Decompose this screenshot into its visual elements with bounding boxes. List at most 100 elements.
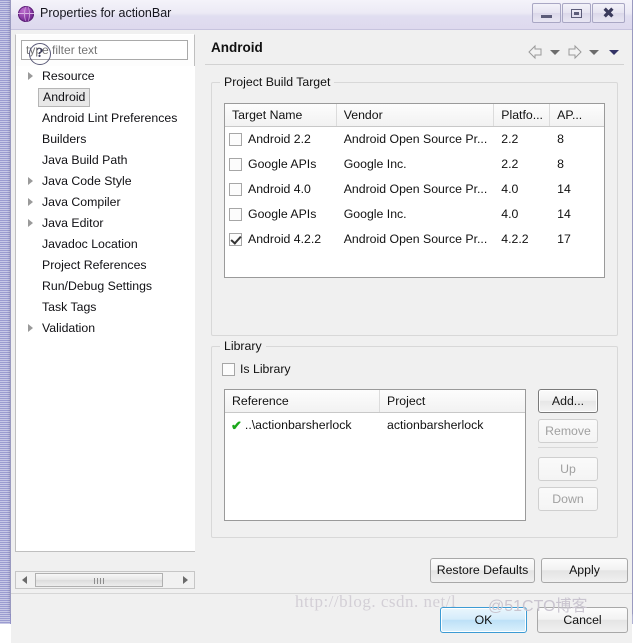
- table-row[interactable]: Android 4.0 Android Open Source Pr... 4.…: [225, 177, 604, 202]
- group-label: Project Build Target: [220, 75, 334, 89]
- target-name-cell[interactable]: Android 4.0: [225, 177, 337, 202]
- sidebar-item-android-lint-preferences[interactable]: Android Lint Preferences: [16, 108, 195, 129]
- reference-label: ..\actionbarsherlock: [245, 413, 352, 438]
- api-cell: 8: [550, 127, 604, 152]
- sidebar-item-run-debug-settings[interactable]: Run/Debug Settings: [16, 276, 195, 297]
- column-header-project[interactable]: Project: [380, 390, 525, 412]
- target-name-cell[interactable]: Google APIs: [225, 202, 337, 227]
- chevron-right-icon[interactable]: [28, 177, 33, 185]
- column-header-reference[interactable]: Reference: [225, 390, 380, 412]
- sidebar-item-label: Android: [38, 88, 90, 107]
- sidebar-item-label: Android Lint Preferences: [42, 111, 177, 125]
- sidebar-item-label: Builders: [42, 132, 86, 146]
- minimize-icon: [533, 4, 560, 22]
- table-header-row: Reference Project: [225, 390, 525, 413]
- scroll-right-icon[interactable]: [177, 572, 194, 588]
- vendor-cell: Google Inc.: [337, 152, 495, 177]
- table-row[interactable]: ✔ ..\actionbarsherlock actionbarsherlock: [225, 413, 525, 438]
- target-name-label: Android 4.2.2: [248, 227, 321, 252]
- scroll-left-icon[interactable]: [16, 572, 33, 588]
- sidebar-item-project-references[interactable]: Project References: [16, 255, 195, 276]
- forward-menu-chevron-down-icon[interactable]: [589, 50, 599, 55]
- sidebar-item-label: Javadoc Location: [42, 237, 138, 251]
- chevron-right-icon[interactable]: [28, 198, 33, 206]
- chevron-right-icon[interactable]: [28, 324, 33, 332]
- sidebar-item-android[interactable]: Android: [16, 87, 195, 108]
- sidebar-item-label: Task Tags: [42, 300, 96, 314]
- chevron-right-icon[interactable]: [28, 219, 33, 227]
- apply-button[interactable]: Apply: [541, 558, 628, 583]
- table-row[interactable]: Google APIs Google Inc. 4.0 14: [225, 202, 604, 227]
- column-header-target-name[interactable]: Target Name: [225, 104, 337, 126]
- move-down-button[interactable]: Down: [538, 487, 598, 511]
- platform-cell: 4.2.2: [494, 227, 550, 252]
- add-button[interactable]: Add...: [538, 389, 598, 413]
- is-library-checkbox[interactable]: [222, 363, 235, 376]
- title-separator: [205, 64, 624, 65]
- help-question-icon[interactable]: ?: [29, 43, 51, 65]
- sidebar-item-label: Project References: [42, 258, 147, 272]
- is-library-checkbox-row[interactable]: Is Library: [222, 362, 291, 376]
- sidebar-item-java-build-path[interactable]: Java Build Path: [16, 150, 195, 171]
- sidebar-item-label: Resource: [42, 69, 95, 83]
- reference-cell: ✔ ..\actionbarsherlock: [225, 413, 380, 438]
- forward-arrow-icon[interactable]: [566, 44, 583, 60]
- target-name-cell[interactable]: Google APIs: [225, 152, 337, 177]
- table-header-row: Target Name Vendor Platfo... AP...: [225, 104, 604, 127]
- move-up-button[interactable]: Up: [538, 457, 598, 481]
- minimize-button[interactable]: [532, 3, 561, 23]
- close-icon: ✖: [593, 4, 624, 22]
- table-row[interactable]: Android 4.2.2 Android Open Source Pr... …: [225, 227, 604, 252]
- cancel-button[interactable]: Cancel: [537, 607, 628, 633]
- target-name-cell[interactable]: Android 4.2.2: [225, 227, 337, 252]
- library-references-table[interactable]: Reference Project ✔ ..\actionbarsherlock…: [224, 389, 526, 521]
- project-cell: actionbarsherlock: [380, 413, 525, 438]
- build-target-table[interactable]: Target Name Vendor Platfo... AP... Andro…: [224, 103, 605, 278]
- sidebar-item-builders[interactable]: Builders: [16, 129, 195, 150]
- row-checkbox[interactable]: [229, 208, 242, 221]
- vendor-cell: Google Inc.: [337, 202, 495, 227]
- maximize-icon: [563, 4, 590, 22]
- sidebar-item-java-code-style[interactable]: Java Code Style: [16, 171, 195, 192]
- table-row[interactable]: Google APIs Google Inc. 2.2 8: [225, 152, 604, 177]
- view-menu-icon[interactable]: [609, 50, 619, 55]
- scrollbar-thumb[interactable]: [35, 573, 163, 587]
- api-cell: 14: [550, 177, 604, 202]
- sidebar-item-resource[interactable]: Resource: [16, 66, 195, 87]
- sidebar-item-javadoc-location[interactable]: Javadoc Location: [16, 234, 195, 255]
- chevron-right-icon[interactable]: [28, 72, 33, 80]
- row-checkbox[interactable]: [229, 183, 242, 196]
- back-arrow-icon[interactable]: [527, 44, 544, 60]
- target-name-label: Android 4.0: [248, 177, 311, 202]
- platform-cell: 2.2: [494, 127, 550, 152]
- column-header-vendor[interactable]: Vendor: [337, 104, 495, 126]
- group-label: Library: [220, 339, 266, 353]
- sidebar-item-task-tags[interactable]: Task Tags: [16, 297, 195, 318]
- sidebar-item-java-editor[interactable]: Java Editor: [16, 213, 195, 234]
- table-row[interactable]: Android 2.2 Android Open Source Pr... 2.…: [225, 127, 604, 152]
- row-checkbox[interactable]: [229, 233, 242, 246]
- dialog-body: Resource Android Android Lint Preference…: [11, 30, 632, 613]
- sidebar-item-validation[interactable]: Validation: [16, 318, 195, 339]
- close-button[interactable]: ✖: [592, 3, 625, 23]
- title-bar: Properties for actionBar ✖: [11, 0, 632, 30]
- column-header-platform[interactable]: Platfo...: [494, 104, 550, 126]
- maximize-button[interactable]: [562, 3, 591, 23]
- ok-button[interactable]: OK: [440, 607, 527, 633]
- horizontal-scrollbar[interactable]: [15, 571, 195, 589]
- target-name-cell[interactable]: Android 2.2: [225, 127, 337, 152]
- api-cell: 14: [550, 202, 604, 227]
- button-separator: [538, 447, 598, 448]
- row-checkbox[interactable]: [229, 133, 242, 146]
- restore-defaults-button[interactable]: Restore Defaults: [430, 558, 535, 583]
- preferences-tree[interactable]: Resource Android Android Lint Preference…: [16, 66, 195, 551]
- desktop-left-strip: [0, 0, 10, 624]
- target-name-label: Android 2.2: [248, 127, 311, 152]
- row-checkbox[interactable]: [229, 158, 242, 171]
- preferences-tree-pane: Resource Android Android Lint Preference…: [15, 34, 195, 552]
- sidebar-item-java-compiler[interactable]: Java Compiler: [16, 192, 195, 213]
- back-menu-chevron-down-icon[interactable]: [550, 50, 560, 55]
- remove-button[interactable]: Remove: [538, 419, 598, 443]
- column-header-api[interactable]: AP...: [550, 104, 604, 126]
- library-group: Library Is Library Reference Project ✔ .…: [211, 346, 618, 538]
